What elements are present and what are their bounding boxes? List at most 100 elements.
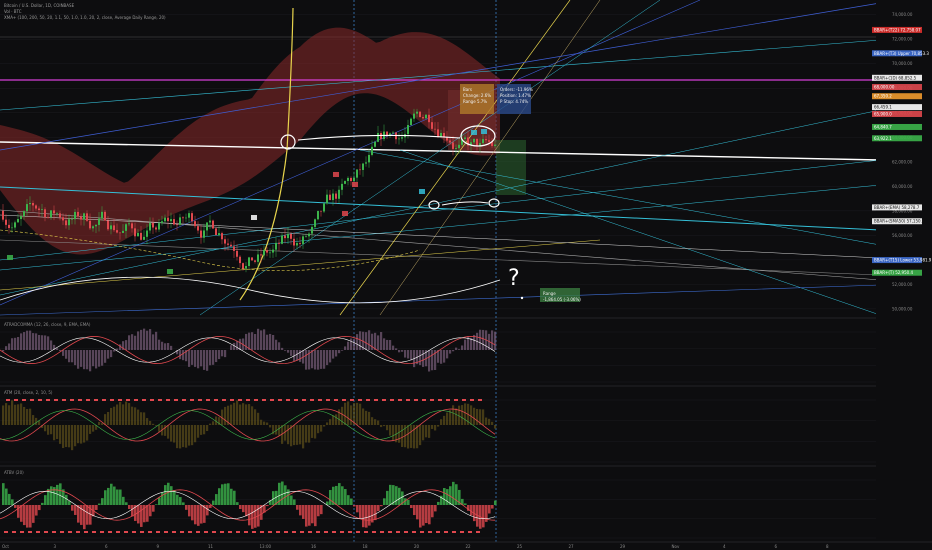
dot-marker [254,399,258,401]
candle-body [449,140,451,143]
histogram-bar [236,340,239,350]
candle-body [416,111,418,114]
dot-marker [348,531,352,533]
histogram-bar [332,415,335,425]
histogram-bar [62,425,65,449]
candle-body [326,194,328,204]
candle-body [293,238,295,246]
candle-body [104,211,106,221]
candle-body [209,220,211,223]
histogram-bar [224,483,227,505]
histogram-bar [182,502,185,505]
histogram-bar [329,419,332,425]
dot-marker [260,531,264,533]
histogram-bar [494,331,497,350]
price-tag: BBAR+(T15) Lower 53,981.9 [872,257,932,264]
candle-body [236,250,238,257]
histogram-bar [380,505,383,507]
dot-marker [452,531,456,533]
candle-body [68,219,70,226]
histogram-bar [236,502,239,505]
histogram-bar [419,425,422,446]
candle-body [434,128,436,130]
candle-body [164,217,166,222]
dot-marker [246,399,250,401]
histogram-bar [311,505,314,524]
candle-body [377,132,379,142]
histogram-bar [482,409,485,425]
candle-body [284,235,286,239]
histogram-bar [251,406,254,425]
histogram-bar [413,505,416,516]
histogram-bar [98,503,101,505]
histogram-bar [89,425,92,434]
histogram-bar [281,347,284,350]
dot-marker [278,399,282,401]
price-tag-text: 65,900.0 [874,111,892,116]
histogram-bar [464,339,467,350]
histogram-bar [170,345,173,350]
dot-marker [76,531,80,533]
histogram-bar [32,333,35,350]
histogram-bar [257,328,260,350]
histogram-bar [341,350,344,351]
candle-body [227,243,229,245]
histogram-bar [263,329,266,350]
histogram-bar [299,425,302,445]
histogram-bar [14,337,17,350]
histogram-bar [35,333,38,350]
range-box-line: Range [543,291,556,296]
histogram-bar [443,415,446,425]
question-mark-annotation: ? [508,266,520,291]
histogram-bar [425,505,428,524]
histogram-bar [392,425,395,442]
candle-body [269,252,271,254]
histogram-bar [227,483,230,505]
histogram-bar [239,505,242,510]
candle-body [26,204,28,212]
candle-body [89,220,91,229]
dot-marker [124,531,128,533]
histogram-bar [386,339,389,350]
dot-marker [270,399,274,401]
candle-body [473,138,475,143]
histogram-bar [383,498,386,505]
histogram-bar [113,486,116,505]
histogram-bar [11,499,14,505]
histogram-bar [23,406,26,425]
histogram-bar [164,485,167,505]
histogram-bar [317,425,320,434]
candle-body [308,233,310,237]
histogram-bar [41,502,44,505]
histogram-bar [491,330,494,350]
histogram-bar [278,425,281,436]
histogram-bar [428,425,431,438]
histogram-bar [140,329,143,350]
dot-marker [140,531,144,533]
dot-marker [20,531,24,533]
candle-body [263,250,265,256]
chart-canvas[interactable]: ?BarsChange: 2.6%Range 5.7%Orders: -11.9… [0,0,932,550]
histogram-bar [44,425,47,432]
histogram-bar [191,505,194,521]
candle-body [338,189,340,199]
histogram-bar [254,505,257,528]
price-tag: 66,459.1 [872,104,922,111]
histogram-bar [485,417,488,425]
histogram-bar [20,333,23,350]
histogram-bar [245,404,248,425]
dot-marker [396,531,400,533]
histogram-bar [62,350,65,356]
projection-box [496,140,526,195]
candle-body [215,228,217,236]
time-axis-label: 9 [157,544,160,549]
histogram-bar [68,350,71,363]
histogram-bar [176,425,179,449]
time-axis-label: 3 [54,544,57,549]
histogram-bar [32,415,35,425]
histogram-bar [311,350,314,369]
dot-marker [172,531,176,533]
histogram-bar [65,425,68,448]
dot-marker [220,531,224,533]
range-box-line: -1,864.05 (-3.06%) [543,297,581,302]
